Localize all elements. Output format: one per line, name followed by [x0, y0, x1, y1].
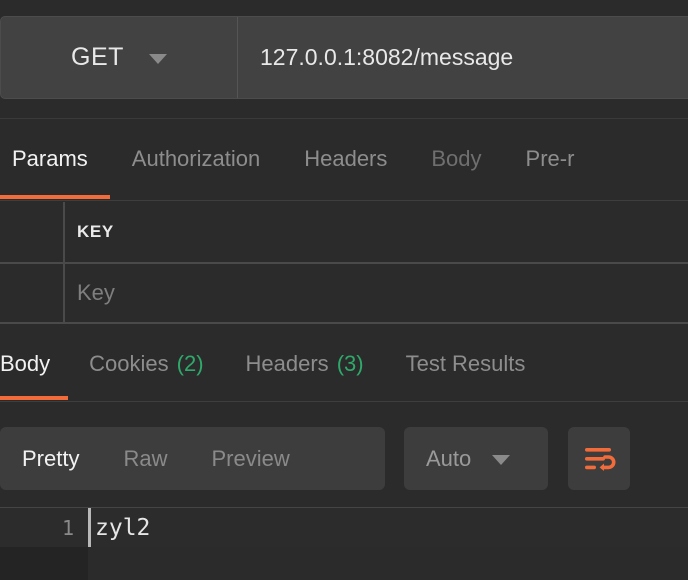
response-tabs: Body Cookies (2) Headers (3) Test Result… — [0, 327, 546, 400]
view-mode-raw[interactable]: Raw — [101, 427, 189, 490]
params-table-zone: KEY Key — [0, 202, 688, 327]
response-tab-test-results-label: Test Results — [405, 350, 526, 376]
editor-body-empty — [88, 547, 688, 580]
response-tab-test-results[interactable]: Test Results — [385, 327, 547, 400]
tab-pre-request-script[interactable]: Pre-r — [504, 119, 597, 199]
param-key-input[interactable]: Key — [65, 264, 688, 322]
tab-body-label: Body — [431, 146, 482, 171]
view-mode-pretty[interactable]: Pretty — [0, 427, 101, 490]
row-checkbox-cell — [0, 202, 65, 262]
column-header-key: KEY — [65, 202, 688, 262]
url-input-value: 127.0.0.1:8082/message — [260, 44, 514, 70]
gutter-empty — [0, 547, 88, 580]
request-url-bar-zone: GET 127.0.0.1:8082/message — [0, 0, 688, 119]
request-tabs: Params Authorization Headers Body Pre-r — [0, 119, 596, 199]
editor-empty-area — [0, 547, 688, 580]
response-view-mode-group: Pretty Raw Preview — [0, 427, 385, 490]
line-number: 1 — [0, 508, 88, 547]
response-tab-headers[interactable]: Headers (3) — [225, 327, 385, 400]
response-format-select[interactable]: Auto — [404, 427, 548, 490]
view-mode-pretty-label: Pretty — [22, 445, 80, 471]
http-method-label: GET — [71, 43, 124, 71]
response-view-toolbar: Pretty Raw Preview Auto — [0, 427, 688, 495]
url-input[interactable]: 127.0.0.1:8082/message — [239, 17, 688, 98]
response-pane: Body Cookies (2) Headers (3) Test Result… — [0, 327, 688, 580]
response-tab-body[interactable]: Body — [0, 327, 69, 400]
view-mode-raw-label: Raw — [123, 445, 168, 471]
api-client-window: GET 127.0.0.1:8082/message Params Author… — [0, 0, 688, 580]
table-row: Key — [0, 262, 688, 322]
word-wrap-icon — [585, 447, 616, 471]
response-tabs-rule — [0, 401, 688, 402]
response-tab-headers-label: Headers — [245, 350, 329, 376]
request-tabs-zone: Params Authorization Headers Body Pre-r — [0, 119, 688, 202]
response-tab-cookies[interactable]: Cookies (2) — [68, 327, 224, 400]
response-format-value: Auto — [426, 445, 472, 471]
tab-body[interactable]: Body — [409, 119, 503, 199]
response-tab-headers-count: (3) — [336, 350, 364, 376]
tab-params[interactable]: Params — [0, 119, 110, 199]
tab-authorization[interactable]: Authorization — [110, 119, 282, 199]
row-checkbox-cell[interactable] — [0, 264, 65, 322]
param-key-placeholder: Key — [77, 280, 115, 305]
response-tab-cookies-label: Cookies — [89, 350, 169, 376]
request-url-bar: GET 127.0.0.1:8082/message — [0, 16, 688, 99]
active-tab-underline — [0, 396, 69, 400]
request-tabs-rule — [0, 200, 688, 201]
response-body-editor[interactable]: 1 zyl2 — [0, 507, 688, 580]
tab-params-label: Params — [12, 146, 88, 171]
tab-authorization-label: Authorization — [131, 146, 261, 171]
view-mode-preview[interactable]: Preview — [189, 427, 311, 490]
tab-headers-label: Headers — [304, 146, 388, 171]
response-tab-body-label: Body — [0, 350, 51, 376]
column-header-key-label: KEY — [77, 222, 114, 241]
response-tab-cookies-count: (2) — [176, 350, 204, 376]
table-header-row: KEY — [0, 202, 688, 262]
chevron-down-icon — [148, 54, 167, 64]
chevron-down-icon — [492, 455, 511, 465]
params-table: KEY Key — [0, 202, 688, 322]
code-line: 1 zyl2 — [0, 508, 688, 547]
http-method-select[interactable]: GET — [1, 17, 238, 98]
word-wrap-toggle-button[interactable] — [568, 427, 630, 490]
params-table-bottom-border — [0, 322, 688, 324]
code-line-text: zyl2 — [95, 514, 151, 541]
view-mode-preview-label: Preview — [211, 445, 290, 471]
tab-pre-request-script-label: Pre-r — [525, 146, 575, 171]
active-tab-underline — [0, 195, 110, 199]
tab-headers[interactable]: Headers — [282, 119, 409, 199]
